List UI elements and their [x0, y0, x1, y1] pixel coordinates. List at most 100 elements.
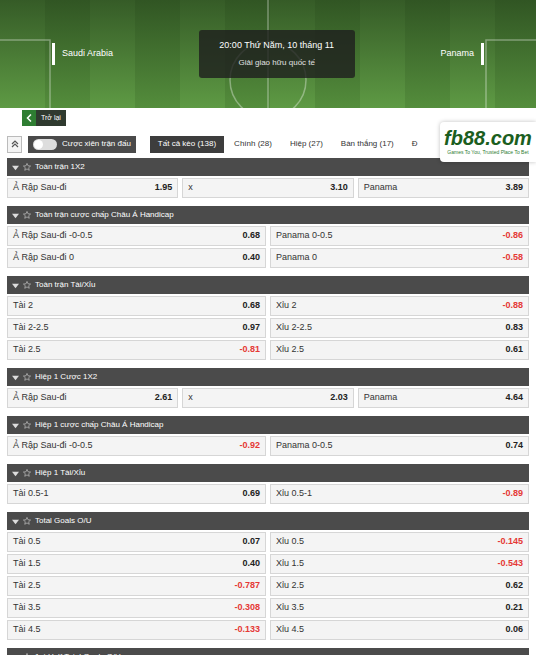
- odds-value: -0.81: [239, 343, 260, 357]
- odds-cell[interactable]: Xỉu 2.50.61: [270, 340, 529, 360]
- tab[interactable]: Chính (28): [226, 136, 280, 153]
- caret-icon[interactable]: [12, 164, 19, 171]
- odds-value: 0.68: [242, 299, 260, 313]
- odds-row: Tài 2-2.50.97Xỉu 2-2.50.83: [7, 318, 529, 338]
- caret-icon[interactable]: [12, 374, 19, 381]
- caret-icon[interactable]: [12, 654, 19, 655]
- odds-cell[interactable]: Xỉu 2 -0.88: [270, 296, 529, 316]
- caret-icon[interactable]: [12, 282, 19, 289]
- star-icon[interactable]: [23, 517, 31, 525]
- odds-value: 0.61: [505, 343, 523, 357]
- odds-cell[interactable]: Panama4.64: [358, 388, 529, 408]
- odds-cell[interactable]: Tài 0.50.07: [7, 532, 266, 552]
- odds-row: Tài 2.5-0.787Xỉu 2.50.62: [7, 576, 529, 596]
- odds-value: 0.68: [242, 229, 260, 243]
- odds-cell[interactable]: Ả Rập Sau-đi 00.40: [7, 248, 266, 268]
- odds-label: Tài 0.5: [13, 535, 41, 549]
- odds-value: 0.21: [505, 601, 523, 615]
- market-section: Toàn trận 1X2Ả Rập Sau-đi1.95x3.10Panama…: [7, 158, 529, 198]
- odds-cell[interactable]: Panama 0-0.58: [270, 248, 529, 268]
- section-header[interactable]: Toàn trận Tài/Xỉu: [7, 276, 529, 294]
- back-button[interactable]: Trở lại: [22, 110, 66, 126]
- odds-cell[interactable]: Panama 0-0.5-0.86: [270, 226, 529, 246]
- odds-row: Ả Rập Sau-đi -0-0.5 0.68 Panama 0-0.5-0.86: [7, 226, 529, 246]
- odds-label: Tài 1.5: [13, 557, 41, 571]
- odds-value: 2.03: [330, 391, 348, 405]
- parlay-toggle[interactable]: Cược xiên trận đấu: [28, 136, 136, 153]
- odds-cell[interactable]: Ả Rập Sau-đi 1.95: [7, 178, 178, 198]
- section-header[interactable]: Hiệp 1 Tài/Xỉu: [7, 464, 529, 482]
- collapse-all-button[interactable]: [7, 136, 22, 153]
- odds-label: Panama 0-0.5: [276, 439, 333, 453]
- odds-cell[interactable]: Xỉu 4.50.06: [270, 620, 529, 640]
- section-header[interactable]: Toàn trận cược chấp Châu Á Handicap: [7, 206, 529, 224]
- odds-cell[interactable]: Tài 2.5-0.81: [7, 340, 266, 360]
- logo: fb88.comGames To You, Trusted Place To B…: [440, 122, 536, 162]
- odds-label: Tài 4.5: [13, 623, 41, 637]
- odds-value: -0.543: [497, 557, 523, 571]
- odds-cell[interactable]: Xỉu 2-2.50.83: [270, 318, 529, 338]
- odds-row: Tài 20.68 Xỉu 2 -0.88: [7, 296, 529, 316]
- away-team: Panama: [440, 43, 484, 65]
- section-header[interactable]: Hiệp 1 cược chấp Châu Á Handicap: [7, 416, 529, 434]
- odds-value: 0.62: [505, 579, 523, 593]
- odds-value: 3.10: [330, 181, 348, 195]
- star-icon[interactable]: [23, 163, 31, 171]
- odds-cell[interactable]: Tài 1.50.40: [7, 554, 266, 574]
- odds-value: 0.74: [505, 439, 523, 453]
- back-arrow-icon: [26, 114, 33, 122]
- odds-cell[interactable]: Tài 2.5-0.787: [7, 576, 266, 596]
- odds-value: 2.61: [155, 391, 173, 405]
- odds-label: Xỉu 3.5: [276, 601, 304, 615]
- caret-icon[interactable]: [12, 422, 19, 429]
- odds-cell[interactable]: Panama3.89: [358, 178, 529, 198]
- section-header[interactable]: Hiệp 1 Cược 1X2: [7, 368, 529, 386]
- section-header[interactable]: Total Goals O/U: [7, 512, 529, 530]
- odds-label: Ả Rập Sau-đi -0-0.5: [13, 229, 93, 243]
- star-icon[interactable]: [23, 281, 31, 289]
- odds-label: Ả Rập Sau-đi: [13, 181, 67, 195]
- odds-cell[interactable]: Tài 3.5-0.308: [7, 598, 266, 618]
- star-icon[interactable]: [23, 469, 31, 477]
- tab[interactable]: Đ: [404, 136, 426, 153]
- odds-cell[interactable]: Xỉu 0.5-1-0.89: [270, 484, 529, 504]
- tab[interactable]: Tất cả kèo (138): [150, 136, 224, 153]
- odds-value: -0.89: [502, 487, 523, 501]
- odds-value: 1.95: [155, 181, 173, 195]
- odds-cell[interactable]: Ả Rập Sau-đi2.61: [7, 388, 178, 408]
- odds-value: -0.88: [502, 299, 523, 313]
- odds-cell[interactable]: Tài 0.5-10.69: [7, 484, 266, 504]
- odds-label: Tài 0.5-1: [13, 487, 49, 501]
- match-header: Saudi Arabia20:00 Thứ Năm, 10 tháng 11Gi…: [0, 0, 536, 108]
- odds-cell[interactable]: Panama 0-0.5 0.74: [270, 436, 529, 456]
- star-icon[interactable]: [23, 653, 31, 655]
- odds-row: Ả Rập Sau-đi 00.40Panama 0-0.58: [7, 248, 529, 268]
- odds-cell[interactable]: Xỉu 1.5-0.543: [270, 554, 529, 574]
- caret-icon[interactable]: [12, 212, 19, 219]
- odds-cell[interactable]: x3.10: [182, 178, 353, 198]
- odds-cell[interactable]: Xỉu 0.5 -0.145: [270, 532, 529, 552]
- odds-cell[interactable]: Tài 20.68: [7, 296, 266, 316]
- odds-cell[interactable]: Tài 4.5-0.133: [7, 620, 266, 640]
- odds-cell[interactable]: Ả Rập Sau-đi -0-0.5-0.92: [7, 436, 266, 456]
- odds-label: Xỉu 0.5: [276, 535, 304, 549]
- star-icon[interactable]: [23, 211, 31, 219]
- odds-cell[interactable]: Tài 2-2.50.97: [7, 318, 266, 338]
- odds-cell[interactable]: Xỉu 2.50.62: [270, 576, 529, 596]
- tab[interactable]: Bàn thắng (17): [333, 136, 402, 153]
- odds-value: 0.97: [242, 321, 260, 335]
- tabs: Tất cả kèo (138)Chính (28)Hiệp (27)Bàn t…: [150, 136, 426, 153]
- odds-label: Xỉu 2: [276, 299, 297, 313]
- star-icon[interactable]: [23, 373, 31, 381]
- sections: Toàn trận 1X2Ả Rập Sau-đi1.95x3.10Panama…: [0, 154, 536, 655]
- odds-value: -0.145: [497, 535, 523, 549]
- odds-value: -0.787: [234, 579, 260, 593]
- section-header[interactable]: 1st Half Total Goals O/U: [7, 648, 529, 655]
- odds-cell[interactable]: Xỉu 3.5 0.21: [270, 598, 529, 618]
- tab[interactable]: Hiệp (27): [282, 136, 331, 153]
- odds-cell[interactable]: x2.03: [182, 388, 353, 408]
- caret-icon[interactable]: [12, 518, 19, 525]
- star-icon[interactable]: [23, 421, 31, 429]
- caret-icon[interactable]: [12, 470, 19, 477]
- odds-cell[interactable]: Ả Rập Sau-đi -0-0.5 0.68: [7, 226, 266, 246]
